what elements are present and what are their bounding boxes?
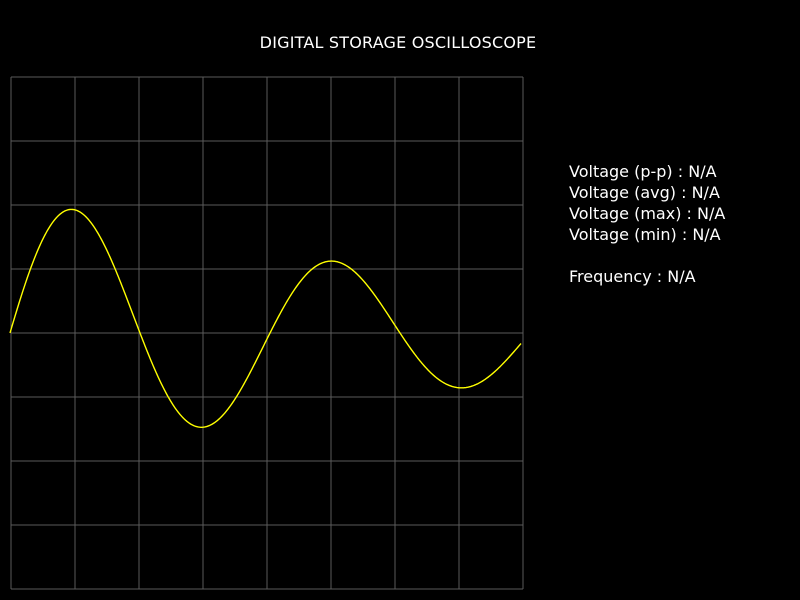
voltage-min-readout: Voltage (min) : N/A [569, 225, 721, 244]
measurement-panel: Voltage (p-p) : N/A Voltage (avg) : N/A … [569, 161, 725, 287]
scope-screen [9, 76, 524, 590]
signal-trace [9, 208, 522, 428]
frequency-readout: Frequency : N/A [569, 267, 696, 286]
oscilloscope-window: DIGITAL STORAGE OSCILLOSCOPE Voltage (p-… [0, 0, 800, 600]
graticule-grid [10, 76, 524, 590]
voltage-avg-readout: Voltage (avg) : N/A [569, 183, 720, 202]
voltage-max-readout: Voltage (max) : N/A [569, 204, 726, 223]
readout-spacer [569, 245, 725, 266]
voltage-pp-readout: Voltage (p-p) : N/A [569, 162, 717, 181]
